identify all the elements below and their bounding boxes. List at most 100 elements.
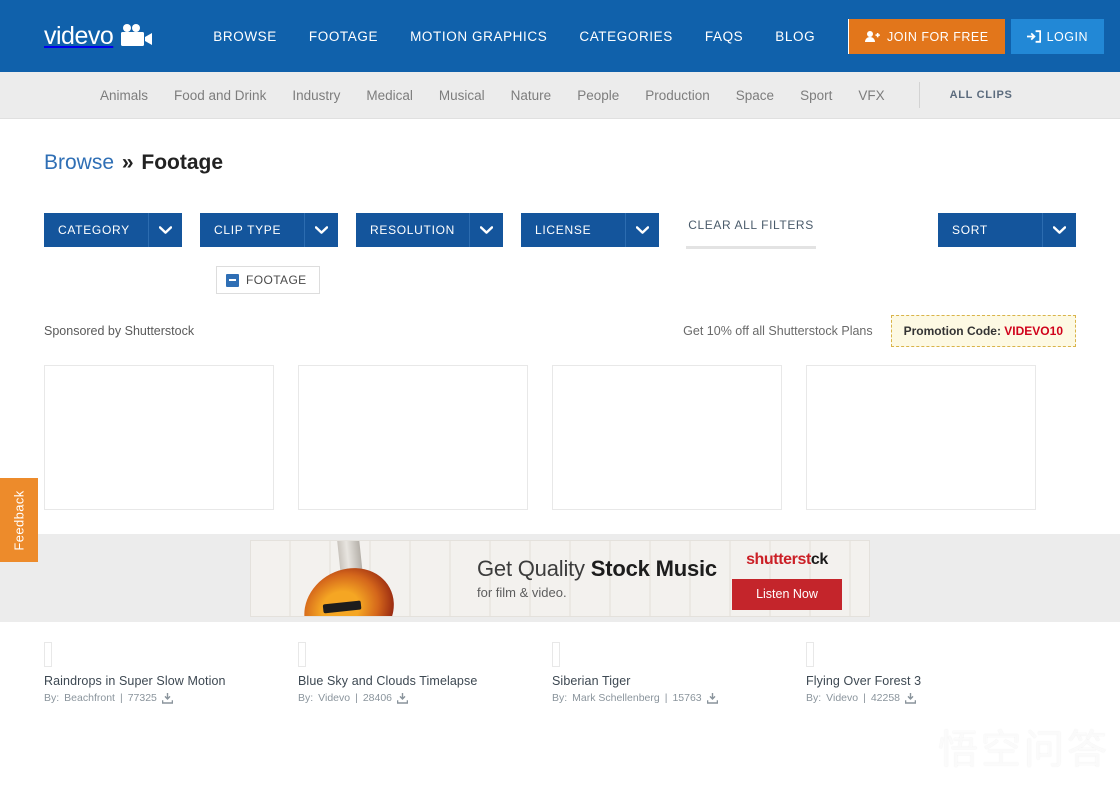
shutterstock-logo-part2: ck bbox=[810, 550, 828, 568]
video-author-2: Videvo bbox=[318, 692, 351, 704]
banner-headline-light: Get Quality bbox=[477, 556, 591, 581]
video-thumbnail-link-3[interactable] bbox=[552, 642, 560, 667]
video-author-prefix-1: By: bbox=[44, 692, 60, 704]
video-downloads-4: 42258 bbox=[870, 692, 901, 704]
sponsored-offer-group: Get 10% off all Shutterstock Plans Promo… bbox=[683, 315, 1076, 347]
active-tag-label: FOOTAGE bbox=[246, 273, 307, 287]
shutterstock-logo-part1: shutterst bbox=[746, 550, 811, 568]
feedback-tab[interactable]: Feedback bbox=[0, 478, 38, 562]
subnav-item-space[interactable]: Space bbox=[736, 88, 774, 103]
nav-item-footage[interactable]: FOOTAGE bbox=[309, 29, 378, 44]
subnav-item-sport[interactable]: Sport bbox=[800, 88, 832, 103]
meta-separator: | bbox=[119, 692, 123, 704]
filter-label-resolution: RESOLUTION bbox=[370, 223, 456, 237]
video-downloads-2: 28406 bbox=[362, 692, 393, 704]
video-title-4[interactable]: Flying Over Forest 3 bbox=[806, 674, 1036, 688]
video-camera-icon bbox=[121, 24, 153, 46]
sort-dropdown[interactable]: SORT bbox=[938, 213, 1076, 247]
video-title-1[interactable]: Raindrops in Super Slow Motion bbox=[44, 674, 274, 688]
download-icon bbox=[905, 692, 917, 704]
filter-label-clip-type: CLIP TYPE bbox=[214, 223, 282, 237]
breadcrumb-parent-link[interactable]: Browse bbox=[44, 151, 114, 174]
stock-music-banner[interactable]: Get Quality Stock Music for film & video… bbox=[250, 539, 870, 617]
download-icon bbox=[706, 692, 718, 704]
sort-label: SORT bbox=[952, 223, 988, 237]
download-icon bbox=[161, 692, 173, 704]
video-thumbnail-link-4[interactable] bbox=[806, 642, 814, 667]
video-card[interactable]: Siberian Tiger By: Mark Schellenberg | 1… bbox=[552, 642, 782, 704]
nav-item-faqs[interactable]: FAQS bbox=[705, 29, 743, 44]
video-results-grid: Raindrops in Super Slow Motion By: Beach… bbox=[44, 642, 1076, 704]
auth-buttons: JOIN FOR FREE LOGIN bbox=[848, 19, 1104, 54]
video-meta-3: By: Mark Schellenberg | 15763 bbox=[552, 692, 782, 704]
filter-label-category: CATEGORY bbox=[58, 223, 130, 237]
video-author-1: Beachfront bbox=[64, 692, 115, 704]
listen-now-button[interactable]: Listen Now bbox=[732, 578, 842, 610]
user-plus-icon bbox=[864, 31, 880, 42]
video-author-prefix-2: By: bbox=[298, 692, 314, 704]
subnav-item-industry[interactable]: Industry bbox=[292, 88, 340, 103]
video-thumbnail-link-2[interactable] bbox=[298, 642, 306, 667]
nav-item-motion-graphics[interactable]: MOTION GRAPHICS bbox=[410, 29, 547, 44]
primary-nav: BROWSE FOOTAGE MOTION GRAPHICS CATEGORIE… bbox=[213, 29, 815, 44]
nav-item-browse[interactable]: BROWSE bbox=[213, 29, 277, 44]
subnav-item-people[interactable]: People bbox=[577, 88, 619, 103]
nav-item-categories[interactable]: CATEGORIES bbox=[579, 29, 673, 44]
video-card[interactable]: Raindrops in Super Slow Motion By: Beach… bbox=[44, 642, 274, 704]
video-card[interactable]: Flying Over Forest 3 By: Videvo | 42258 bbox=[806, 642, 1036, 704]
sponsored-thumbnail-1[interactable] bbox=[44, 365, 274, 510]
join-for-free-button[interactable]: JOIN FOR FREE bbox=[848, 19, 1005, 54]
sponsored-thumbnail-grid bbox=[44, 365, 1076, 510]
subnav-item-food-and-drink[interactable]: Food and Drink bbox=[174, 88, 266, 103]
video-card[interactable]: Blue Sky and Clouds Timelapse By: Videvo… bbox=[298, 642, 528, 704]
sponsored-thumbnail-4[interactable] bbox=[806, 365, 1036, 510]
promotion-code-box: Promotion Code: VIDEVO10 bbox=[890, 315, 1076, 347]
subnav-item-nature[interactable]: Nature bbox=[511, 88, 552, 103]
top-navigation-bar: videvo BROWSE FOOTAGE MOTION GRAPHICS CA… bbox=[0, 0, 1120, 72]
subnav-item-musical[interactable]: Musical bbox=[439, 88, 485, 103]
subnav-item-vfx[interactable]: VFX bbox=[858, 88, 884, 103]
sponsored-thumbnail-3[interactable] bbox=[552, 365, 782, 510]
sponsored-offer-text: Get 10% off all Shutterstock Plans bbox=[683, 324, 873, 338]
meta-separator: | bbox=[664, 692, 668, 704]
video-author-3: Mark Schellenberg bbox=[572, 692, 660, 704]
video-title-3[interactable]: Siberian Tiger bbox=[552, 674, 782, 688]
breadcrumb-separator: » bbox=[121, 151, 134, 174]
feedback-label: Feedback bbox=[11, 489, 27, 551]
filter-dropdown-clip-type[interactable]: CLIP TYPE bbox=[200, 213, 338, 247]
chevron-down-icon bbox=[304, 213, 338, 247]
subnav-item-production[interactable]: Production bbox=[645, 88, 710, 103]
promotion-code-value: VIDEVO10 bbox=[1004, 324, 1063, 338]
filter-dropdown-resolution[interactable]: RESOLUTION bbox=[356, 213, 504, 247]
electric-guitar-illustration bbox=[269, 540, 443, 616]
advertisement-band: Get Quality Stock Music for film & video… bbox=[0, 534, 1120, 622]
banner-headline: Get Quality Stock Music bbox=[477, 556, 717, 582]
mountain-icon bbox=[876, 731, 930, 765]
remove-tag-icon[interactable] bbox=[226, 273, 239, 287]
breadcrumb-current: Footage bbox=[141, 151, 224, 174]
subnav-item-animals[interactable]: Animals bbox=[100, 88, 148, 103]
video-title-2[interactable]: Blue Sky and Clouds Timelapse bbox=[298, 674, 528, 688]
clear-all-filters: CLEAR ALL FILTERS bbox=[686, 213, 817, 249]
filter-dropdown-license[interactable]: LICENSE bbox=[521, 213, 660, 247]
shutterstock-logo: shutterstck bbox=[717, 551, 857, 569]
active-tag-footage[interactable]: FOOTAGE bbox=[216, 266, 320, 294]
sponsored-thumbnail-2[interactable] bbox=[298, 365, 528, 510]
nav-item-blog[interactable]: BLOG bbox=[775, 29, 815, 44]
subnav-item-all-clips[interactable]: ALL CLIPS bbox=[950, 89, 1013, 101]
breadcrumb: Browse » Footage bbox=[44, 119, 1076, 175]
site-logo[interactable]: videvo bbox=[44, 22, 153, 51]
login-button[interactable]: LOGIN bbox=[1010, 19, 1104, 54]
banner-brand-cta: shutterstck Listen Now bbox=[717, 551, 857, 610]
filter-label-license: LICENSE bbox=[535, 223, 592, 237]
clear-all-filters-link[interactable]: CLEAR ALL FILTERS bbox=[686, 218, 817, 249]
banner-headline-bold: Stock Music bbox=[590, 556, 717, 581]
video-thumbnail-link-1[interactable] bbox=[44, 642, 52, 667]
subnav-item-medical[interactable]: Medical bbox=[366, 88, 413, 103]
sponsored-by-label: Sponsored by Shutterstock bbox=[44, 324, 195, 338]
video-author-prefix-3: By: bbox=[552, 692, 568, 704]
chevron-down-icon bbox=[469, 213, 503, 247]
filter-dropdown-category[interactable]: CATEGORY bbox=[44, 213, 182, 247]
meta-separator: | bbox=[863, 692, 866, 704]
meta-separator: | bbox=[355, 692, 358, 704]
